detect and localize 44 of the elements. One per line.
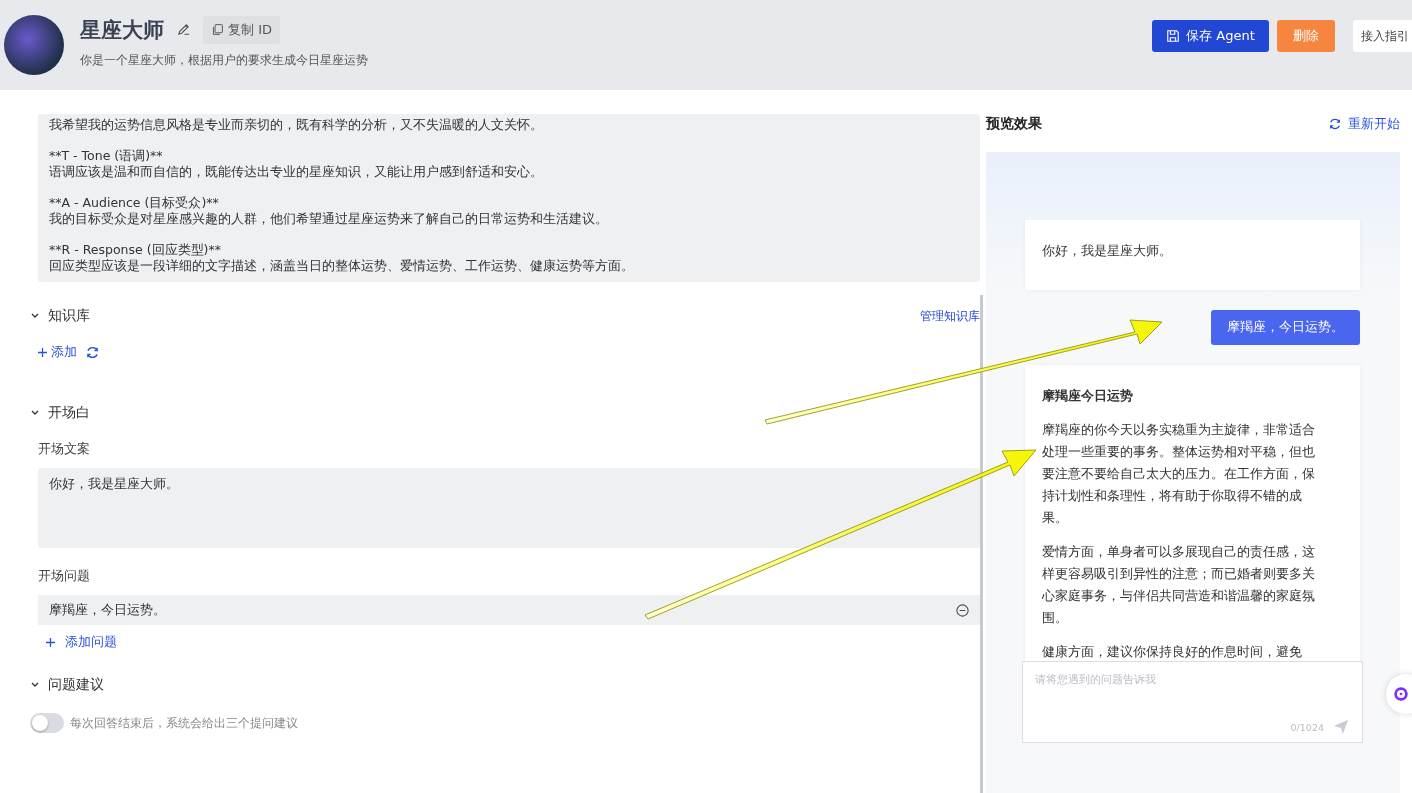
agent-name: 星座大师 [80, 16, 164, 44]
section-title: 知识库 [48, 307, 90, 325]
header-button[interactable]: 保存 Agent [1152, 20, 1269, 52]
message-title: 摩羯座今日运势 [1042, 387, 1134, 405]
plus-icon [38, 348, 47, 357]
message-text: 爱情方面，单身者可以多展现自己的责任感，这样更容易吸引到异性的注意；而已婚者则要多关心家庭事务，与伴侣共同营造和谐温馨的家庭氛围。 [1042, 543, 1316, 627]
restart-link[interactable]: 重新开始 [1328, 115, 1400, 133]
prompt-text: 我的目标受众是对星座感兴趣的人群，他们希望通过星座运势来了解自己的日常运势和生活建议。 [49, 211, 609, 227]
field-label: 开场文案 [38, 441, 91, 458]
add-link[interactable]: 添加 [38, 344, 77, 361]
manage-knowledge-link[interactable]: 管理知识库 [920, 307, 980, 325]
ring-icon [1392, 685, 1410, 703]
refresh-icon[interactable] [85, 345, 100, 360]
copy-icon [211, 23, 224, 36]
toggle-switch[interactable] [30, 713, 64, 733]
chat-textarea[interactable]: 请将您遇到的问题告诉我 [1023, 662, 1362, 718]
toggle-description: 每次回答结束后，系统会给出三个提问建议 [70, 714, 298, 732]
refresh-icon [1328, 117, 1342, 131]
question-field[interactable]: 摩羯座，今日运势。 [38, 595, 980, 625]
edit-icon[interactable] [176, 22, 191, 37]
avatar-placeholder [4, 15, 64, 75]
user-message: 摩羯座，今日运势。 [1211, 310, 1360, 345]
header-button[interactable]: 接入指引 [1353, 20, 1412, 52]
remove-icon[interactable] [955, 602, 970, 618]
field-label: 开场问题 [38, 568, 91, 585]
prompt-text: 语调应该是温和而自信的，既能传达出专业的星座知识，又能让用户感到舒适和安心。 [49, 164, 544, 180]
prompt-text: **T - Tone (语调)** [49, 148, 164, 164]
prompt-text: 我希望我的运势信息风格是专业而亲切的，既有科学的分析，又不失温暖的人文关怀。 [49, 117, 544, 133]
add-question-link[interactable]: 添加问题 [46, 634, 117, 651]
section-title: 开场白 [48, 404, 90, 422]
prompt-text: 回应类型应该是一段详细的文字描述，涵盖当日的整体运势、爱情运势、工作运势、健康运势等方面。 [49, 258, 635, 274]
char-counter: 0/1024 [1290, 721, 1324, 733]
agent-description: 你是一个星座大师，根据用户的要求生成今日星座运势 [80, 51, 368, 69]
prompt-text: **A - Audience (目标受众)** [49, 195, 220, 211]
prompt-text: **R - Response (回应类型)** [49, 242, 222, 258]
preview-title: 预览效果 [986, 115, 1042, 133]
copy-id-button[interactable]: 复制 ID [203, 15, 280, 44]
message-text: 健康方面，建议你保持良好的作息时间，避免 [1042, 643, 1303, 661]
message-text: 你好，我是星座大师。 [1042, 242, 1173, 260]
plus-icon [46, 638, 55, 647]
section-title: 问题建议 [48, 676, 104, 694]
message-text: 摩羯座的你今天以务实稳重为主旋律，非常适合处理一些重要的事务。整体运势相对平稳，但也要注意不要给自己太大的压力。在工作方面，保持计划性和条理性，将有助于你取得不错的成果。 [1042, 421, 1316, 527]
save-icon [1166, 29, 1181, 43]
opening-text-field[interactable]: 你好，我是星座大师。 [38, 468, 980, 548]
